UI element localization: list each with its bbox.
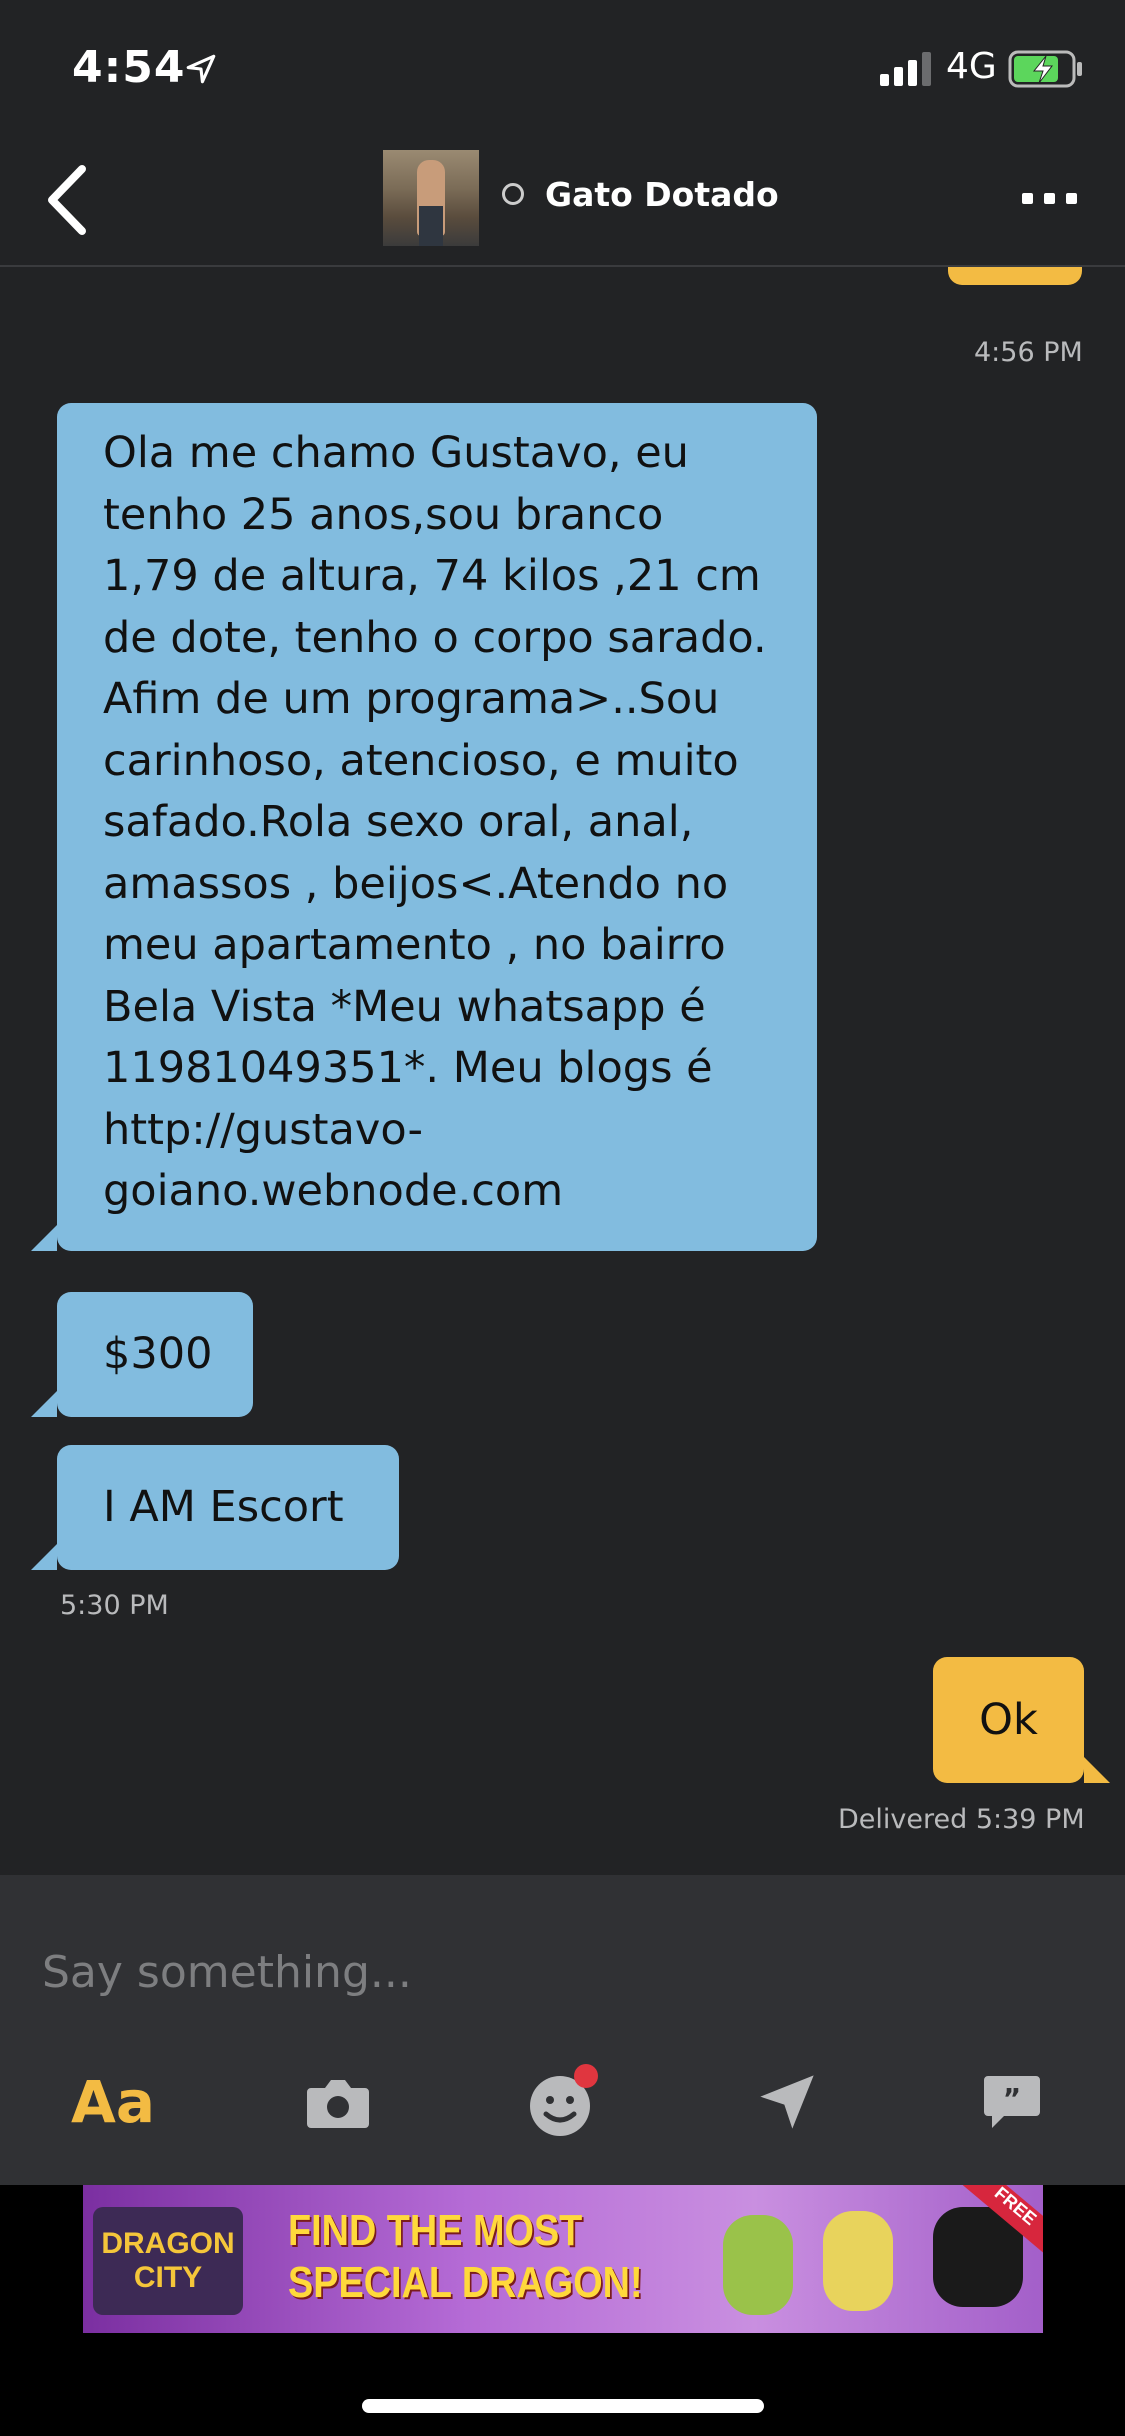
online-status-icon bbox=[502, 183, 524, 205]
message-input[interactable]: Say something... bbox=[42, 1947, 412, 1998]
delivery-status: Delivered 5:39 PM bbox=[838, 1804, 1085, 1835]
contact-avatar[interactable] bbox=[383, 150, 479, 246]
message-text: $300 bbox=[103, 1329, 213, 1379]
sticker-icon[interactable] bbox=[517, 2057, 607, 2147]
message-text: Ola me chamo Gustavo, eu tenho 25 anos,s… bbox=[103, 428, 767, 1216]
message-list[interactable]: Ok 4:56 PM Ola me chamo Gustavo, eu tenh… bbox=[0, 267, 1125, 1875]
text-format-button[interactable]: Aa bbox=[68, 2057, 158, 2147]
ad-container: DRAGON CITY FIND THE MOST SPECIAL DRAGON… bbox=[0, 2185, 1125, 2436]
saved-phrases-icon[interactable]: ” bbox=[967, 2057, 1057, 2147]
chat-header: Gato Dotado bbox=[0, 135, 1125, 267]
message-bubble-outgoing[interactable]: Ok bbox=[933, 1657, 1110, 1783]
message-timestamp: 5:30 PM bbox=[60, 1590, 169, 1621]
location-arrow-icon bbox=[186, 54, 216, 84]
message-timestamp: 4:56 PM bbox=[974, 337, 1083, 368]
message-bubble-incoming[interactable]: I AM Escort bbox=[31, 1445, 399, 1570]
back-chevron-icon[interactable] bbox=[42, 163, 92, 237]
location-icon[interactable] bbox=[742, 2057, 832, 2147]
dragon-illustration bbox=[723, 2215, 793, 2315]
dragon-illustration bbox=[823, 2211, 893, 2311]
network-type: 4G bbox=[946, 46, 997, 87]
message-text: I AM Escort bbox=[103, 1482, 344, 1532]
message-bubble-incoming[interactable]: Ola me chamo Gustavo, eu tenho 25 anos,s… bbox=[31, 403, 817, 1251]
ad-logo: DRAGON CITY bbox=[93, 2207, 243, 2315]
svg-text:”: ” bbox=[1003, 2082, 1021, 2115]
contact-name[interactable]: Gato Dotado bbox=[545, 175, 779, 214]
status-bar: 4:54 4G bbox=[0, 0, 1125, 135]
message-bubble-outgoing[interactable]: Ok bbox=[948, 267, 1082, 285]
more-options-icon[interactable] bbox=[1022, 193, 1078, 207]
battery-charging-icon bbox=[1008, 50, 1082, 88]
message-composer: Say something... Aa ” bbox=[0, 1875, 1125, 2185]
message-text: Ok bbox=[979, 1695, 1038, 1745]
message-bubble-incoming[interactable]: $300 bbox=[31, 1292, 253, 1417]
ad-banner[interactable]: DRAGON CITY FIND THE MOST SPECIAL DRAGON… bbox=[83, 2185, 1043, 2333]
signal-icon bbox=[880, 52, 931, 86]
composer-toolbar: Aa ” bbox=[0, 2057, 1125, 2157]
home-indicator[interactable] bbox=[362, 2399, 764, 2413]
status-time: 4:54 bbox=[72, 42, 186, 93]
ad-headline: FIND THE MOST SPECIAL DRAGON! bbox=[288, 2206, 643, 2307]
camera-icon[interactable] bbox=[293, 2057, 383, 2147]
